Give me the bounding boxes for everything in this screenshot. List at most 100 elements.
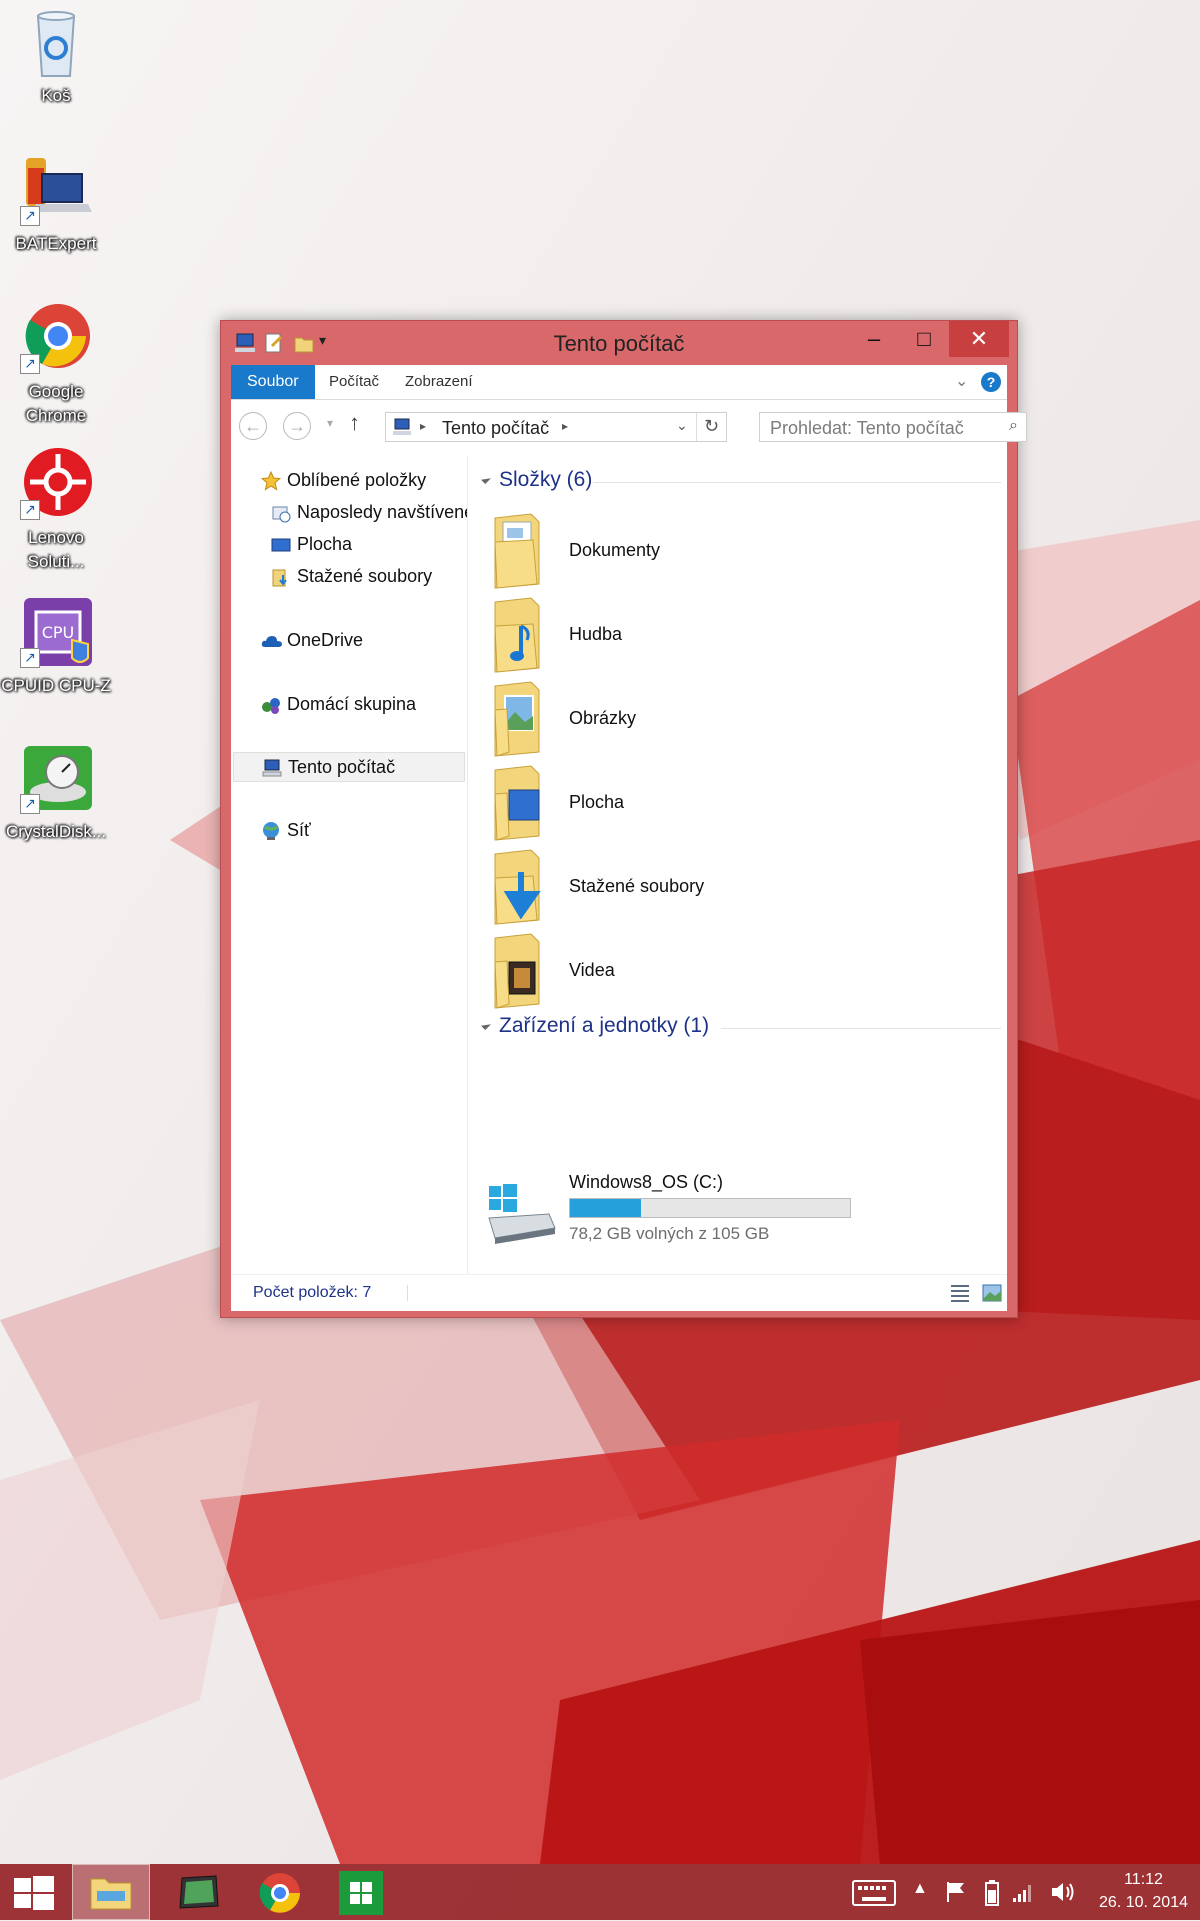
clock-date: 26. 10. 2014	[1099, 1894, 1188, 1911]
nav-item-desktop[interactable]: Plocha	[231, 530, 467, 560]
address-divider	[696, 413, 697, 441]
help-icon[interactable]: ?	[981, 372, 1001, 392]
refresh-icon[interactable]: ↻	[704, 416, 719, 437]
folder-item-music[interactable]: Hudba	[491, 596, 791, 676]
lenovo-solutions-icon: ↗	[20, 448, 92, 520]
folder-item-documents[interactable]: Dokumenty	[491, 512, 791, 592]
search-box[interactable]: ⌕	[759, 412, 1027, 442]
taskbar-clock[interactable]: 11:12 26. 10. 2014	[1099, 1868, 1188, 1914]
collapse-triangle-icon[interactable]	[481, 1020, 491, 1030]
folder-item-pictures[interactable]: Obrázky	[491, 680, 791, 760]
nav-item-favorites[interactable]: Oblíbené položky	[231, 466, 467, 496]
homegroup-icon	[261, 695, 281, 715]
drive-usage-bar	[569, 1198, 851, 1218]
signal-strength-icon[interactable]	[1012, 1880, 1034, 1904]
volume-icon[interactable]	[1050, 1880, 1076, 1904]
breadcrumb-this-pc[interactable]: Tento počítač	[442, 418, 549, 439]
item-count: Počet položek: 7	[253, 1284, 372, 1301]
maximize-button[interactable]: □	[899, 321, 949, 357]
minimize-button[interactable]: –	[849, 321, 899, 357]
pictures-folder-icon	[491, 680, 551, 758]
desktop-icon-cpuz[interactable]: CPU ↗ CPUID CPU-Z	[0, 596, 112, 698]
drive-item-c[interactable]: Windows8_OS (C:) 78,2 GB volných z 105 G…	[485, 1172, 905, 1252]
svg-text:CPU: CPU	[42, 623, 75, 642]
documents-folder-icon	[491, 512, 551, 590]
start-button[interactable]	[0, 1864, 78, 1920]
taskbar-chrome[interactable]	[240, 1864, 318, 1920]
nav-item-recent[interactable]: Naposledy navštívené	[231, 498, 467, 528]
store-icon	[338, 1870, 384, 1921]
onedrive-cloud-icon	[261, 631, 282, 651]
breadcrumb-chevron-icon[interactable]: ▸	[420, 419, 426, 433]
shortcut-arrow-icon: ↗	[20, 206, 40, 226]
chrome-icon: ↗	[20, 302, 92, 374]
taskbar-file-explorer[interactable]	[72, 1864, 150, 1920]
group-header-devices[interactable]: Zařízení a jednotky (1)	[481, 1012, 1001, 1042]
navigation-bar: ← → ▾ ↑ ▸ Tento počítač ▸ ⌄ ↻ ⌕	[231, 400, 1027, 456]
nav-item-this-pc[interactable]: Tento počítač	[233, 752, 465, 782]
group-header-folders[interactable]: Složky (6)	[481, 466, 1001, 496]
desktop-icon-batexpert[interactable]: ↗ BATExpert	[0, 154, 112, 256]
status-divider	[407, 1285, 408, 1301]
forward-button[interactable]: →	[283, 412, 311, 440]
back-button[interactable]: ←	[239, 412, 267, 440]
cpuz-icon: CPU ↗	[20, 596, 92, 668]
recycle-bin-icon	[20, 6, 92, 78]
taskbar: ▲ 11:12 26. 10. 2014	[0, 1864, 1200, 1920]
details-view-icon[interactable]	[949, 1283, 971, 1308]
desktop-icon-lenovo-solutions[interactable]: ↗ Lenovo Soluti...	[0, 448, 112, 574]
star-icon	[260, 470, 282, 491]
address-dropdown-icon[interactable]: ⌄	[676, 417, 688, 434]
shortcut-arrow-icon: ↗	[20, 794, 40, 814]
address-bar[interactable]: ▸ Tento počítač ▸ ⌄ ↻	[385, 412, 727, 442]
battery-icon[interactable]	[984, 1880, 1000, 1906]
folder-item-desktop[interactable]: Plocha	[491, 764, 791, 844]
up-arrow-icon: ↑	[349, 410, 360, 435]
desktop-icon-chrome[interactable]: ↗ Google Chrome	[0, 302, 112, 428]
folder-item-downloads[interactable]: Stažené soubory	[491, 848, 791, 928]
collapse-triangle-icon[interactable]	[481, 474, 491, 484]
up-button[interactable]: ↑	[349, 410, 360, 436]
nav-item-network[interactable]: Síť	[231, 816, 467, 846]
touch-keyboard-icon[interactable]	[852, 1880, 896, 1906]
chrome-icon	[258, 1871, 302, 1920]
expand-ribbon-icon[interactable]: ⌄	[955, 371, 968, 391]
this-pc-icon	[262, 758, 282, 778]
desktop-icon-recycle-bin[interactable]: Koš	[0, 6, 112, 108]
clock-time: 11:12	[1124, 1871, 1163, 1888]
downloads-folder-icon	[271, 567, 291, 587]
nav-item-homegroup[interactable]: Domácí skupina	[231, 690, 467, 720]
back-arrow-icon: ←	[244, 416, 262, 436]
search-icon[interactable]: ⌕	[1009, 417, 1018, 435]
nav-item-downloads[interactable]: Stažené soubory	[231, 562, 467, 592]
navigation-pane: Oblíbené položky Naposledy navštívené Pl…	[231, 456, 468, 1274]
window-body: Oblíbené položky Naposledy navštívené Pl…	[231, 456, 1007, 1274]
videos-folder-icon	[491, 932, 551, 1010]
taskbar-store[interactable]	[324, 1864, 402, 1920]
recent-locations-icon[interactable]: ▾	[327, 416, 333, 430]
breadcrumb-chevron-icon[interactable]: ▸	[562, 419, 568, 433]
action-center-flag-icon[interactable]	[944, 1880, 968, 1904]
tab-file[interactable]: Soubor	[231, 365, 315, 399]
group-divider	[593, 482, 1001, 483]
group-divider	[721, 1028, 1001, 1029]
folder-item-videos[interactable]: Videa	[491, 932, 791, 1012]
explorer-window[interactable]: ▾ Tento počítač – □ ✕ Soubor Počítač Zob…	[220, 320, 1027, 1318]
tab-view[interactable]: Zobrazení	[393, 365, 485, 399]
shortcut-arrow-icon: ↗	[20, 500, 40, 520]
drive-usage-fill	[570, 1199, 642, 1217]
show-hidden-icons-icon[interactable]: ▲	[912, 1880, 928, 1904]
title-bar[interactable]: ▾ Tento počítač – □ ✕	[221, 321, 1017, 365]
large-icons-view-icon[interactable]	[981, 1283, 1003, 1308]
tab-computer[interactable]: Počítač	[317, 365, 391, 399]
close-button[interactable]: ✕	[949, 321, 1009, 357]
music-folder-icon	[491, 596, 551, 674]
network-icon	[261, 821, 281, 841]
shortcut-arrow-icon: ↗	[20, 648, 40, 668]
search-input[interactable]	[768, 417, 992, 440]
desktop-icon-crystaldisk[interactable]: ↗ CrystalDisk...	[0, 742, 112, 844]
shortcut-arrow-icon: ↗	[20, 354, 40, 374]
taskbar-tablet-app[interactable]	[160, 1864, 238, 1920]
nav-item-onedrive[interactable]: OneDrive	[231, 626, 467, 656]
status-bar: Počet položek: 7	[231, 1274, 1007, 1311]
